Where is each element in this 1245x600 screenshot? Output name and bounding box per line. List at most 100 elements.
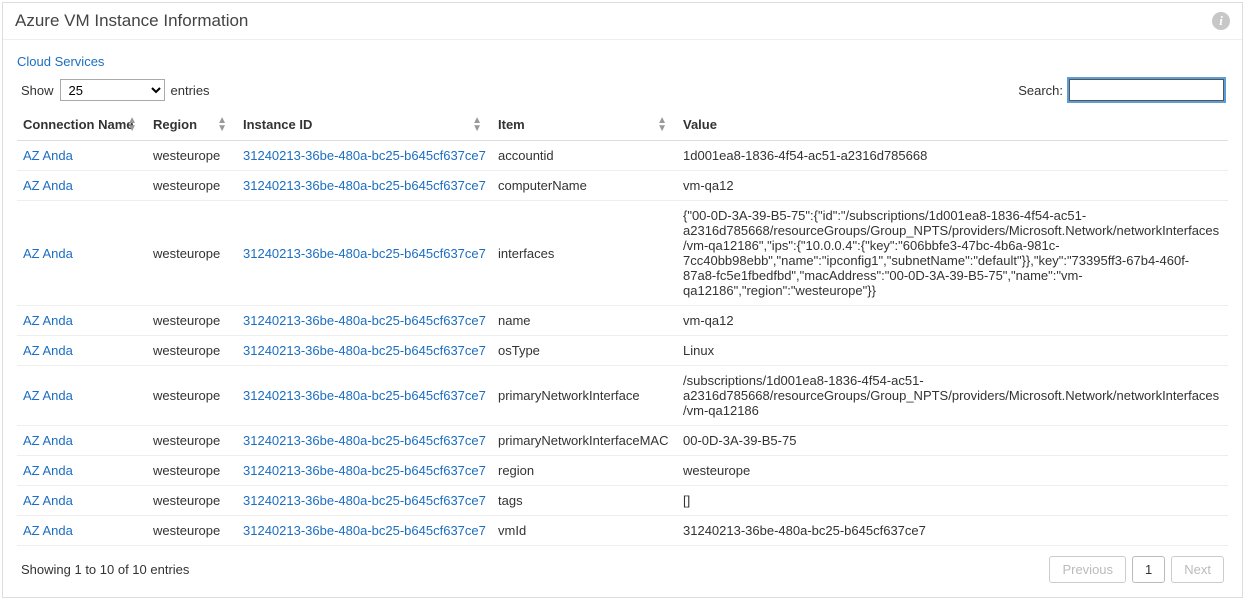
instance-link[interactable]: 31240213-36be-480a-bc25-b645cf637ce7 [243,493,486,508]
page-size-select[interactable]: 102550100 [60,79,165,101]
cell-instance-id: 31240213-36be-480a-bc25-b645cf637ce7 [237,171,492,201]
col-value[interactable]: Value [677,109,1228,141]
sort-icon: ▲▼ [217,117,227,133]
table-row: AZ Anda westeurope 31240213-36be-480a-bc25… [17,171,1228,201]
cell-value: {"00-0D-3A-39-B5-75":{"id":"/subscriptio… [677,201,1228,306]
cell-connection-name: AZ Anda [17,426,147,456]
panel: Azure VM Instance Information i Cloud Se… [2,2,1243,598]
table-row: AZ Anda westeurope 31240213-36be-480a-bc25… [17,336,1228,366]
connection-link[interactable]: AZ Anda [23,493,73,508]
instance-link[interactable]: 31240213-36be-480a-bc25-b645cf637ce7 [243,343,486,358]
cell-value: 00-0D-3A-39-B5-75 [677,426,1228,456]
cell-instance-id: 31240213-36be-480a-bc25-b645cf637ce7 [237,366,492,426]
entries-label: entries [171,83,210,98]
cell-instance-id: 31240213-36be-480a-bc25-b645cf637ce7 [237,201,492,306]
col-region[interactable]: Region ▲▼ [147,109,237,141]
cell-region: westeurope [147,516,237,546]
instance-link[interactable]: 31240213-36be-480a-bc25-b645cf637ce7 [243,178,486,193]
cell-instance-id: 31240213-36be-480a-bc25-b645cf637ce7 [237,306,492,336]
cell-instance-id: 31240213-36be-480a-bc25-b645cf637ce7 [237,336,492,366]
cell-item: region [492,456,677,486]
cell-value: westeurope [677,456,1228,486]
cell-item: name [492,306,677,336]
page-1-button[interactable]: 1 [1132,556,1165,583]
breadcrumb-cloud-services[interactable]: Cloud Services [17,54,104,69]
connection-link[interactable]: AZ Anda [23,148,73,163]
cell-value: 31240213-36be-480a-bc25-b645cf637ce7 [677,516,1228,546]
instance-link[interactable]: 31240213-36be-480a-bc25-b645cf637ce7 [243,388,486,403]
cell-value: 1d001ea8-1836-4f54-ac51-a2316d785668 [677,141,1228,171]
search-input[interactable] [1069,79,1224,101]
sort-icon: ▲▼ [127,117,137,133]
footer-row: Showing 1 to 10 of 10 entries Previous 1… [17,556,1228,583]
sort-icon: ▲▼ [657,117,667,133]
panel-header: Azure VM Instance Information i [3,3,1242,40]
connection-link[interactable]: AZ Anda [23,388,73,403]
col-item-label: Item [498,117,525,132]
breadcrumb: Cloud Services [17,54,1228,69]
instance-link[interactable]: 31240213-36be-480a-bc25-b645cf637ce7 [243,148,486,163]
instance-link[interactable]: 31240213-36be-480a-bc25-b645cf637ce7 [243,463,486,478]
prev-button[interactable]: Previous [1049,556,1126,583]
cell-region: westeurope [147,171,237,201]
col-instance-id[interactable]: Instance ID ▲▼ [237,109,492,141]
cell-item: accountid [492,141,677,171]
table-row: AZ Andawesteurope31240213-36be-480a-bc25… [17,306,1228,336]
cell-instance-id: 31240213-36be-480a-bc25-b645cf637ce7 [237,141,492,171]
info-icon[interactable]: i [1212,12,1230,30]
cell-item: osType [492,336,677,366]
search-box: Search: [1018,79,1224,101]
table-row: AZ Andawesteurope31240213-36be-480a-bc25… [17,141,1228,171]
pagination: Previous 1 Next [1049,556,1224,583]
panel-body: Cloud Services Show 102550100 entries Se… [3,40,1242,597]
cell-item: tags [492,486,677,516]
connection-link[interactable]: AZ Anda [23,463,73,478]
instance-link[interactable]: 31240213-36be-480a-bc25-b645cf637ce7 [243,313,486,328]
cell-region: westeurope [147,201,237,306]
cell-instance-id: 31240213-36be-480a-bc25-b645cf637ce7 [237,486,492,516]
table-row: AZ Andawesteurope31240213-36be-480a-bc25… [17,516,1228,546]
cell-value: [] [677,486,1228,516]
cell-item: computerName [492,171,677,201]
cell-value: /subscriptions/1d001ea8-1836-4f54-ac51-a… [677,366,1228,426]
cell-region: westeurope [147,486,237,516]
show-label: Show [21,83,54,98]
connection-link[interactable]: AZ Anda [23,313,73,328]
next-button[interactable]: Next [1171,556,1224,583]
connection-link[interactable]: AZ Anda [23,433,73,448]
table-header-row: Connection Name ▲▼ Region ▲▼ Instance ID… [17,109,1228,141]
cell-item: primaryNetworkInterface [492,366,677,426]
connection-link[interactable]: AZ Anda [23,246,73,261]
col-connection-name[interactable]: Connection Name ▲▼ [17,109,147,141]
controls-row: Show 102550100 entries Search: [17,79,1228,101]
cell-connection-name: AZ Anda [17,366,147,426]
table-row: AZ Andawesteurope31240213-36be-480a-bc25… [17,426,1228,456]
table-body: AZ Andawesteurope31240213-36be-480a-bc25… [17,141,1228,546]
cell-region: westeurope [147,456,237,486]
col-connection-label: Connection Name [23,117,134,132]
cell-region: westeurope [147,336,237,366]
show-entries: Show 102550100 entries [21,79,210,101]
cell-value: Linux [677,336,1228,366]
cell-connection-name: AZ Anda [17,306,147,336]
instance-link[interactable]: 31240213-36be-480a-bc25-b645cf637ce7 [243,433,486,448]
cell-connection-name: AZ Anda [17,171,147,201]
table-summary: Showing 1 to 10 of 10 entries [21,562,189,577]
data-table: Connection Name ▲▼ Region ▲▼ Instance ID… [17,109,1228,546]
cell-instance-id: 31240213-36be-480a-bc25-b645cf637ce7 [237,516,492,546]
connection-link[interactable]: AZ Anda [23,178,73,193]
instance-link[interactable]: 31240213-36be-480a-bc25-b645cf637ce7 [243,246,486,261]
search-label: Search: [1018,83,1063,98]
cell-item: vmId [492,516,677,546]
cell-connection-name: AZ Anda [17,486,147,516]
cell-connection-name: AZ Anda [17,456,147,486]
cell-connection-name: AZ Anda [17,516,147,546]
col-instance-label: Instance ID [243,117,312,132]
col-region-label: Region [153,117,197,132]
col-item[interactable]: Item ▲▼ [492,109,677,141]
connection-link[interactable]: AZ Anda [23,343,73,358]
cell-value: vm-qa12 [677,171,1228,201]
cell-item: interfaces [492,201,677,306]
table-row: AZ Anda westeurope 31240213-36be-480a-bc25… [17,201,1228,306]
cell-connection-name: AZ Anda [17,141,147,171]
